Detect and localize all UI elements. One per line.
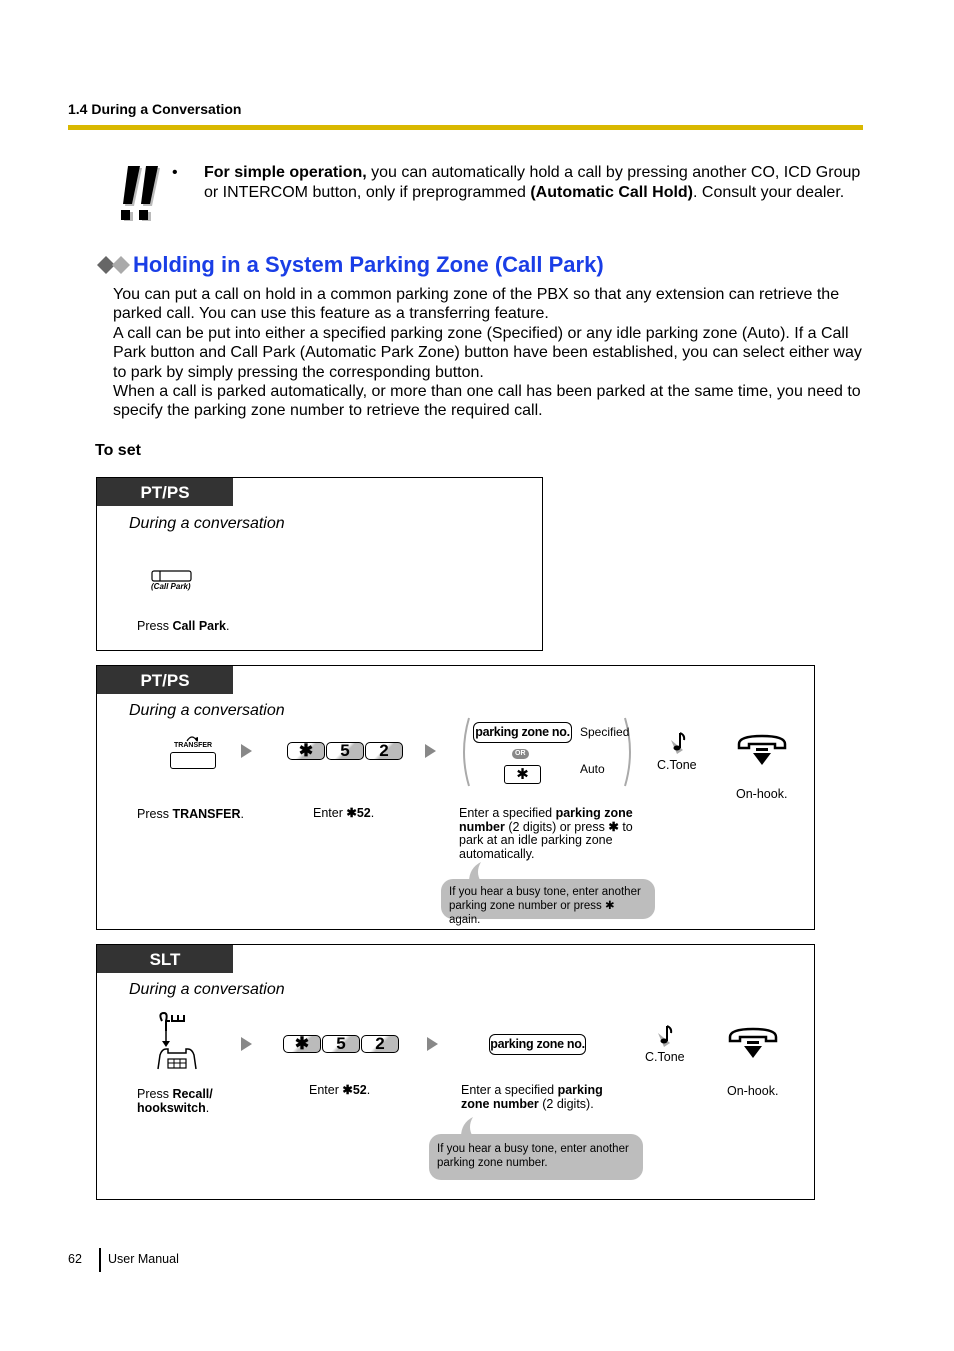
caption-bold: Call Park bbox=[172, 619, 226, 633]
double-diamond-icon bbox=[97, 256, 130, 274]
step-caption: Enter a specified parking zone number (2… bbox=[461, 1083, 621, 1111]
condition-label: During a conversation bbox=[129, 981, 285, 998]
intro-paragraph: When a call is parked automatically, or … bbox=[113, 383, 861, 420]
on-hook-icon bbox=[737, 734, 787, 765]
key-star[interactable]: ✱ bbox=[283, 1035, 321, 1053]
key-star[interactable]: ✱ bbox=[287, 742, 325, 760]
step-caption: Press Recall/ hookswitch. bbox=[137, 1087, 227, 1115]
section-header: 1.4 During a Conversation bbox=[68, 101, 242, 117]
header-rule bbox=[68, 125, 863, 130]
parking-zone-number-key[interactable]: parking zone no. bbox=[473, 722, 572, 743]
intro-paragraph: A call can be put into either a specifie… bbox=[113, 324, 862, 381]
transfer-button[interactable] bbox=[170, 752, 216, 769]
confirmation-tone-icon bbox=[658, 1025, 673, 1047]
caption-text: Enter bbox=[313, 806, 347, 820]
phone-type-badge: PT/PS bbox=[97, 666, 233, 694]
caption-text: Press bbox=[137, 619, 173, 633]
caption-text: (2 digits). bbox=[538, 1096, 594, 1111]
condition-label: During a conversation bbox=[129, 702, 285, 719]
c-tone-label: C.Tone bbox=[645, 1050, 685, 1064]
specified-label: Specified bbox=[580, 725, 630, 739]
caption-text: . bbox=[240, 807, 244, 821]
on-hook-caption: On-hook. bbox=[736, 787, 788, 801]
double-exclamation-icon bbox=[121, 166, 160, 221]
call-park-button-label: (Call Park) bbox=[151, 582, 191, 591]
caption-bold: TRANSFER bbox=[172, 807, 241, 821]
step-caption: Press Call Park. bbox=[137, 619, 230, 634]
caption-text: . bbox=[225, 619, 230, 633]
note-bold-lead: For simple operation, bbox=[204, 164, 367, 181]
intro-text: You can put a call on hold in a common p… bbox=[113, 285, 873, 421]
phone-type-badge: PT/PS bbox=[97, 478, 233, 506]
caption-text: (2 digits) or press bbox=[504, 819, 609, 834]
caption-bold: ✱ bbox=[608, 819, 619, 834]
key-2[interactable]: 2 bbox=[365, 742, 403, 760]
transfer-procedure: PT/PS During a conversation TRANSFER ✱ 5… bbox=[96, 665, 815, 930]
step-caption: Enter ✱52. bbox=[309, 1083, 371, 1098]
step-caption: Enter ✱52. bbox=[313, 806, 375, 821]
page-number: 62 bbox=[68, 1252, 82, 1266]
or-badge: OR bbox=[512, 749, 529, 759]
to-set-heading: To set bbox=[95, 442, 141, 459]
footer-label: User Manual bbox=[108, 1252, 179, 1266]
note-bullet: • bbox=[172, 164, 178, 181]
step-arrow-icon bbox=[427, 1037, 438, 1051]
caption-bold: ✱52 bbox=[346, 806, 371, 820]
caption-bold: ✱52 bbox=[342, 1083, 367, 1097]
on-hook-icon bbox=[728, 1027, 778, 1058]
caption-text: Enter a specified bbox=[461, 1083, 558, 1097]
step-caption: Enter a specified parking zone number (2… bbox=[459, 806, 659, 861]
phone-type-badge: SLT bbox=[97, 945, 233, 973]
left-bracket-icon bbox=[463, 717, 470, 787]
step-arrow-icon bbox=[241, 1037, 252, 1051]
flexible-button-icon bbox=[151, 570, 192, 582]
step-arrow-icon bbox=[425, 744, 436, 758]
auto-label: Auto bbox=[580, 762, 605, 776]
transfer-label: TRANSFER bbox=[174, 742, 213, 749]
confirmation-tone-icon bbox=[671, 732, 686, 754]
page-title: Holding in a System Parking Zone (Call P… bbox=[133, 252, 604, 277]
footer-divider bbox=[99, 1248, 101, 1272]
caption-text: Enter bbox=[309, 1083, 343, 1097]
key-5[interactable]: 5 bbox=[322, 1035, 360, 1053]
step-arrow-icon bbox=[241, 744, 252, 758]
parking-zone-number-key[interactable]: parking zone no. bbox=[489, 1034, 586, 1055]
intro-paragraph: You can put a call on hold in a common p… bbox=[113, 286, 840, 323]
call-park-button-procedure: PT/PS During a conversation (Call Park) … bbox=[96, 477, 543, 651]
step-caption: Press TRANSFER. bbox=[137, 807, 244, 822]
star-key[interactable]: ✱ bbox=[504, 765, 541, 784]
key-5[interactable]: 5 bbox=[326, 742, 364, 760]
note-text-2: . Consult your dealer. bbox=[693, 183, 845, 201]
hookswitch-icon[interactable] bbox=[154, 1011, 200, 1071]
caption-text: Enter a specified bbox=[459, 806, 556, 820]
key-2[interactable]: 2 bbox=[361, 1035, 399, 1053]
busy-tone-tip: If you hear a busy tone, enter another p… bbox=[441, 879, 655, 926]
slt-procedure: SLT During a conversation ✱ 5 2 parking … bbox=[96, 944, 815, 1200]
note-text: For simple operation, you can automatica… bbox=[204, 163, 864, 202]
caption-text: Press bbox=[137, 807, 173, 821]
c-tone-label: C.Tone bbox=[657, 758, 697, 772]
condition-label: During a conversation bbox=[129, 515, 285, 532]
caption-text: Press bbox=[137, 1087, 173, 1101]
caption-text: . bbox=[370, 806, 375, 820]
on-hook-caption: On-hook. bbox=[727, 1084, 779, 1098]
busy-tone-tip: If you hear a busy tone, enter another p… bbox=[429, 1134, 643, 1180]
caption-text: . bbox=[205, 1100, 210, 1115]
caption-text: . bbox=[366, 1083, 371, 1097]
note-bold-mid: (Automatic Call Hold) bbox=[530, 183, 694, 201]
